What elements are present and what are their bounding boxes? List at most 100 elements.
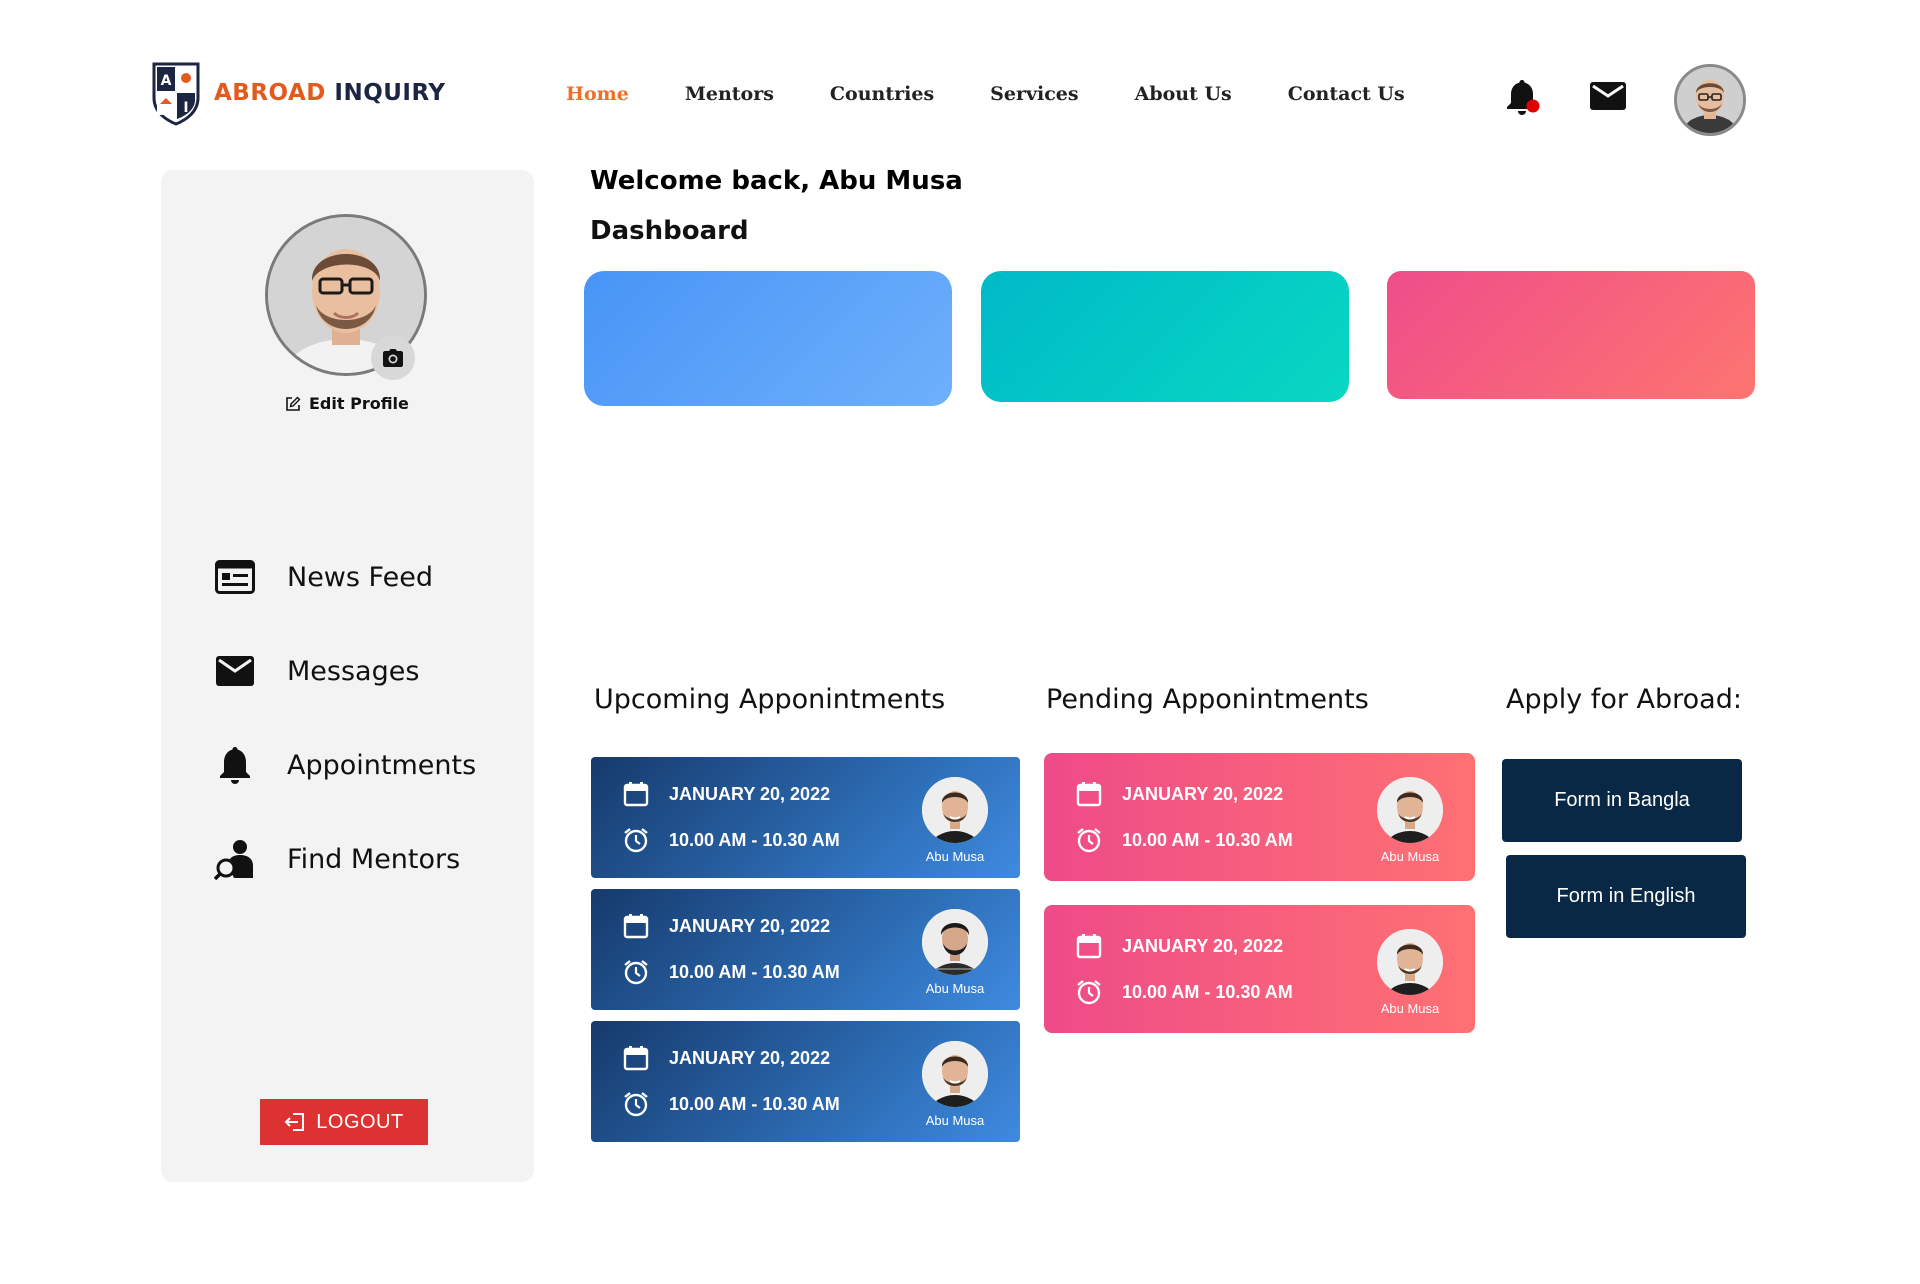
sidebar: Edit Profile News Feed Messages Appointm…: [161, 170, 534, 1182]
edit-profile-label: Edit Profile: [309, 394, 409, 413]
stat-card-pink[interactable]: [1387, 271, 1755, 399]
calendar-icon: [1076, 782, 1102, 807]
appointment-date: JANUARY 20, 2022: [669, 915, 831, 936]
sidebar-item-label: Messages: [287, 655, 420, 687]
brand-logo[interactable]: A I ABROAD INQUIRY: [150, 58, 460, 128]
alarm-clock-icon: [624, 828, 648, 853]
appointment-time-row: 10.00 AM - 10.30 AM: [623, 827, 840, 853]
shield-letter-i: I: [183, 100, 188, 116]
mentor-avatar: [1377, 777, 1443, 843]
header-mail-icon[interactable]: [1590, 82, 1626, 110]
appointment-date-row: JANUARY 20, 2022: [1076, 933, 1283, 959]
welcome-heading: Welcome back, Abu Musa: [590, 166, 963, 196]
mentor-info[interactable]: Abu Musa: [922, 1041, 988, 1128]
appointment-date: JANUARY 20, 2022: [669, 1047, 831, 1068]
pending-appointment-card[interactable]: JANUARY 20, 2022 10.00 AM - 10.30 AM Abu…: [1044, 753, 1475, 881]
appointment-time: 10.00 AM - 10.30 AM: [1122, 981, 1293, 1002]
sidebar-item-news-feed[interactable]: News Feed: [213, 530, 476, 624]
appointment-time-row: 10.00 AM - 10.30 AM: [1076, 827, 1293, 853]
pending-appointment-card[interactable]: JANUARY 20, 2022 10.00 AM - 10.30 AM Abu…: [1044, 905, 1475, 1033]
upcoming-appointment-card[interactable]: JANUARY 20, 2022 10.00 AM - 10.30 AM Abu…: [591, 1021, 1020, 1142]
dashboard-title: Dashboard: [590, 216, 749, 246]
appointment-date: JANUARY 20, 2022: [669, 783, 831, 804]
mail-icon: [213, 649, 257, 693]
newsfeed-icon: [213, 555, 257, 599]
brand-word-2: INQUIRY: [334, 80, 446, 106]
notification-dot: [1526, 99, 1540, 113]
sidebar-item-label: Appointments: [287, 749, 477, 781]
mentor-avatar: [922, 909, 988, 975]
mentor-avatar: [922, 1041, 988, 1107]
find-mentor-icon: [213, 837, 257, 881]
calendar-icon: [623, 914, 649, 939]
nav-mentors[interactable]: Mentors: [685, 83, 774, 105]
appointment-date-row: JANUARY 20, 2022: [1076, 781, 1283, 807]
sidebar-item-label: News Feed: [287, 561, 433, 593]
appointment-time: 10.00 AM - 10.30 AM: [1122, 829, 1293, 850]
nav-countries[interactable]: Countries: [830, 83, 934, 105]
mentor-name: Abu Musa: [925, 1113, 985, 1128]
brand-word-1: ABROAD: [214, 80, 326, 106]
appointment-date-row: JANUARY 20, 2022: [623, 913, 830, 939]
nav-home[interactable]: Home: [566, 83, 629, 105]
change-photo-button[interactable]: [371, 336, 415, 380]
form-in-english-button[interactable]: Form in English: [1506, 855, 1746, 938]
alarm-clock-icon: [624, 960, 648, 985]
notification-bell-icon[interactable]: [1506, 78, 1540, 116]
nav-services[interactable]: Services: [990, 83, 1078, 105]
calendar-icon: [623, 1046, 649, 1071]
upcoming-appointment-card[interactable]: JANUARY 20, 2022 10.00 AM - 10.30 AM Abu…: [591, 757, 1020, 878]
mentor-avatar: [1377, 929, 1443, 995]
sidebar-menu: News Feed Messages Appointments Find Men…: [213, 530, 476, 906]
mentor-name: Abu Musa: [1380, 1001, 1440, 1016]
sidebar-item-appointments[interactable]: Appointments: [213, 718, 476, 812]
stat-card-teal[interactable]: [981, 271, 1349, 402]
logout-label: LOGOUT: [316, 1110, 404, 1133]
apply-abroad-title: Apply for Abroad:: [1506, 684, 1742, 715]
sidebar-item-label: Find Mentors: [287, 843, 461, 875]
header-profile-avatar[interactable]: [1674, 64, 1746, 136]
appointment-date: JANUARY 20, 2022: [1122, 783, 1284, 804]
alarm-clock-icon: [1077, 980, 1101, 1005]
camera-icon: [383, 349, 403, 367]
appointment-time: 10.00 AM - 10.30 AM: [669, 1093, 840, 1114]
logout-icon: [284, 1113, 305, 1131]
pending-appointments-title: Pending Apponintments: [1046, 684, 1369, 715]
bell-icon: [213, 743, 257, 787]
calendar-icon: [1076, 934, 1102, 959]
alarm-clock-icon: [1077, 828, 1101, 853]
logout-button[interactable]: LOGOUT: [260, 1099, 428, 1145]
appointment-time-row: 10.00 AM - 10.30 AM: [623, 959, 840, 985]
mentor-avatar: [922, 777, 988, 843]
mentor-info[interactable]: Abu Musa: [922, 909, 988, 996]
appointment-date-row: JANUARY 20, 2022: [623, 781, 830, 807]
stat-card-blue[interactable]: [584, 271, 952, 406]
sidebar-item-messages[interactable]: Messages: [213, 624, 476, 718]
shield-logo-icon: A I: [150, 60, 202, 126]
appointment-time-row: 10.00 AM - 10.30 AM: [623, 1091, 840, 1117]
shield-letter-a: A: [161, 73, 172, 89]
form-in-bangla-button[interactable]: Form in Bangla: [1502, 759, 1742, 842]
appointment-time-row: 10.00 AM - 10.30 AM: [1076, 979, 1293, 1005]
alarm-clock-icon: [624, 1092, 648, 1117]
appointment-time: 10.00 AM - 10.30 AM: [669, 829, 840, 850]
mentor-info[interactable]: Abu Musa: [1377, 777, 1443, 864]
nav-contact-us[interactable]: Contact Us: [1288, 83, 1405, 105]
mentor-name: Abu Musa: [925, 849, 985, 864]
appointment-date-row: JANUARY 20, 2022: [623, 1045, 830, 1071]
edit-profile-link[interactable]: Edit Profile: [285, 394, 409, 413]
main-nav: Home Mentors Countries Services About Us…: [566, 80, 1405, 108]
nav-about-us[interactable]: About Us: [1135, 83, 1232, 105]
edit-icon: [286, 396, 301, 411]
brand-name: ABROAD INQUIRY: [214, 80, 446, 106]
appointment-date: JANUARY 20, 2022: [1122, 935, 1284, 956]
calendar-icon: [623, 782, 649, 807]
mentor-info[interactable]: Abu Musa: [922, 777, 988, 864]
mentor-name: Abu Musa: [1380, 849, 1440, 864]
appointment-time: 10.00 AM - 10.30 AM: [669, 961, 840, 982]
mentor-name: Abu Musa: [925, 981, 985, 996]
sidebar-item-find-mentors[interactable]: Find Mentors: [213, 812, 476, 906]
upcoming-appointments-title: Upcoming Apponintments: [594, 684, 946, 715]
mentor-info[interactable]: Abu Musa: [1377, 929, 1443, 1016]
upcoming-appointment-card[interactable]: JANUARY 20, 2022 10.00 AM - 10.30 AM Abu…: [591, 889, 1020, 1010]
